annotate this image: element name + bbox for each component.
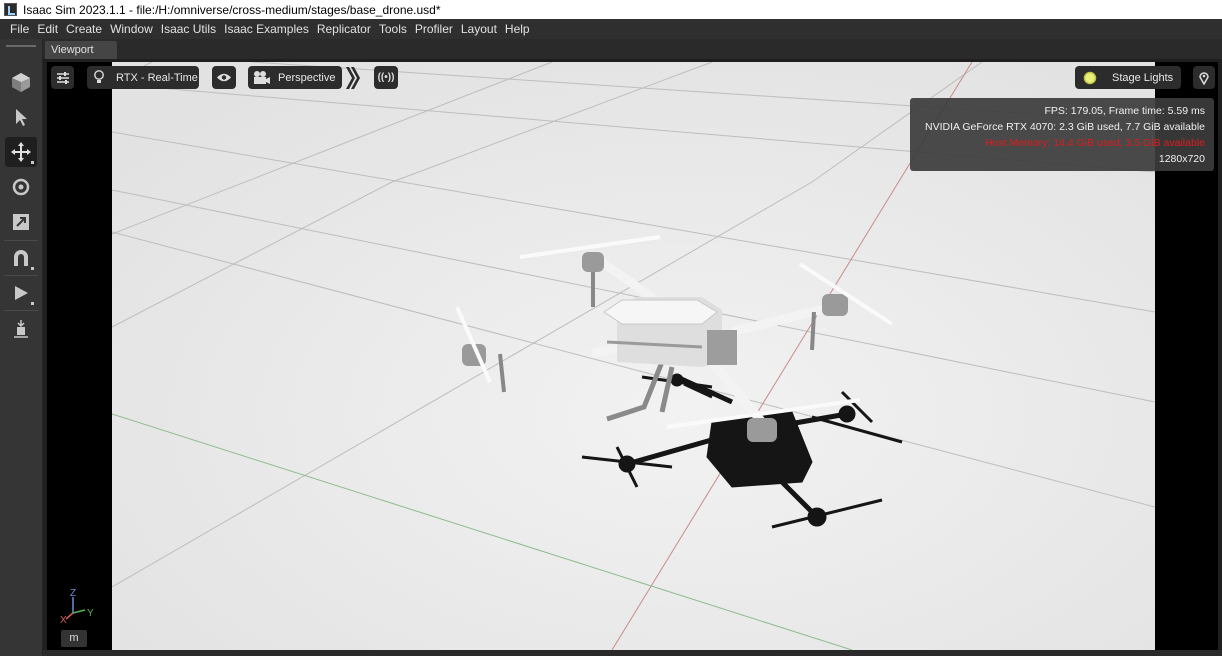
camera-dropdown[interactable]: Perspective	[248, 66, 342, 89]
resolution-readout: 1280x720	[1158, 153, 1205, 165]
host-memory-readout: Host Memory: 14.4 GiB used, 3.5 GiB avai…	[984, 137, 1205, 149]
axis-x-label: X	[60, 615, 67, 626]
window-title-bar: Isaac Sim 2023.1.1 - file:/H:/omniverse/…	[0, 0, 1222, 19]
isaac-sim-app-icon	[4, 3, 17, 16]
play-icon[interactable]	[5, 278, 37, 308]
performance-stats-panel: FPS: 179.05, Frame time: 5.59 ms NVIDIA …	[910, 98, 1214, 171]
menu-window[interactable]: Window	[106, 19, 157, 39]
viewport-settings-button[interactable]	[51, 66, 74, 89]
axis-z-label: Z	[70, 588, 76, 599]
menu-replicator[interactable]: Replicator	[313, 19, 375, 39]
pin-button[interactable]	[1193, 66, 1215, 89]
window-title: Isaac Sim 2023.1.1 - file:/H:/omniverse/…	[23, 2, 441, 17]
select-arrow-icon[interactable]	[5, 102, 37, 132]
gpu-memory-readout: NVIDIA GeForce RTX 4070: 2.3 GiB used, 7…	[925, 121, 1205, 133]
camera-icon	[254, 71, 270, 84]
broadcast-icon: ((•))	[377, 72, 395, 83]
toolbar-grip[interactable]	[6, 45, 36, 47]
move-tool-icon[interactable]	[5, 137, 37, 167]
menu-create[interactable]: Create	[62, 19, 106, 39]
lights-dropdown[interactable]: Stage Lights	[1075, 66, 1181, 89]
menu-layout[interactable]: Layout	[457, 19, 501, 39]
sun-icon	[1083, 71, 1097, 84]
menu-isaac-utils[interactable]: Isaac Utils	[157, 19, 220, 39]
visibility-button[interactable]	[212, 66, 236, 89]
menu-isaac-examples[interactable]: Isaac Examples	[220, 19, 313, 39]
snap-magnet-icon[interactable]	[5, 243, 37, 273]
lights-label: Stage Lights	[1112, 71, 1174, 84]
menu-tools[interactable]: Tools	[375, 19, 411, 39]
select-mode-cube-icon[interactable]	[5, 67, 37, 97]
physics-drop-icon[interactable]	[5, 314, 37, 344]
broadcast-button[interactable]: ((•))	[374, 66, 398, 89]
double-chevron-icon	[346, 66, 360, 89]
renderer-label: RTX - Real-Time	[116, 71, 198, 84]
tab-viewport[interactable]: Viewport	[45, 41, 117, 59]
menu-file[interactable]: File	[6, 19, 33, 39]
axis-y-label: Y	[87, 608, 94, 619]
lightbulb-icon	[94, 70, 104, 83]
left-toolbar	[0, 39, 43, 656]
units-mode-badge[interactable]: m	[61, 630, 87, 647]
viewport[interactable]: RTX - Real-Time Perspective ((•)) Stage …	[47, 62, 1218, 650]
rotate-tool-icon[interactable]	[5, 172, 37, 202]
menu-profiler[interactable]: Profiler	[411, 19, 457, 39]
location-pin-icon	[1199, 71, 1209, 85]
viewport-tab-bar: Viewport	[43, 39, 1222, 59]
sliders-icon	[56, 71, 69, 84]
eye-icon	[217, 73, 231, 82]
renderer-dropdown[interactable]: RTX - Real-Time	[87, 66, 199, 89]
axis-gizmo: Z Y X	[57, 586, 97, 626]
menu-help[interactable]: Help	[501, 19, 534, 39]
expand-toolbar-button[interactable]	[345, 66, 361, 89]
camera-label: Perspective	[278, 71, 336, 84]
menu-edit[interactable]: Edit	[33, 19, 62, 39]
menu-bar: File Edit Create Window Isaac Utils Isaa…	[0, 19, 1222, 39]
scale-tool-icon[interactable]	[5, 207, 37, 237]
fps-readout: FPS: 179.05, Frame time: 5.59 ms	[1044, 105, 1205, 117]
bottom-border	[43, 650, 1222, 656]
